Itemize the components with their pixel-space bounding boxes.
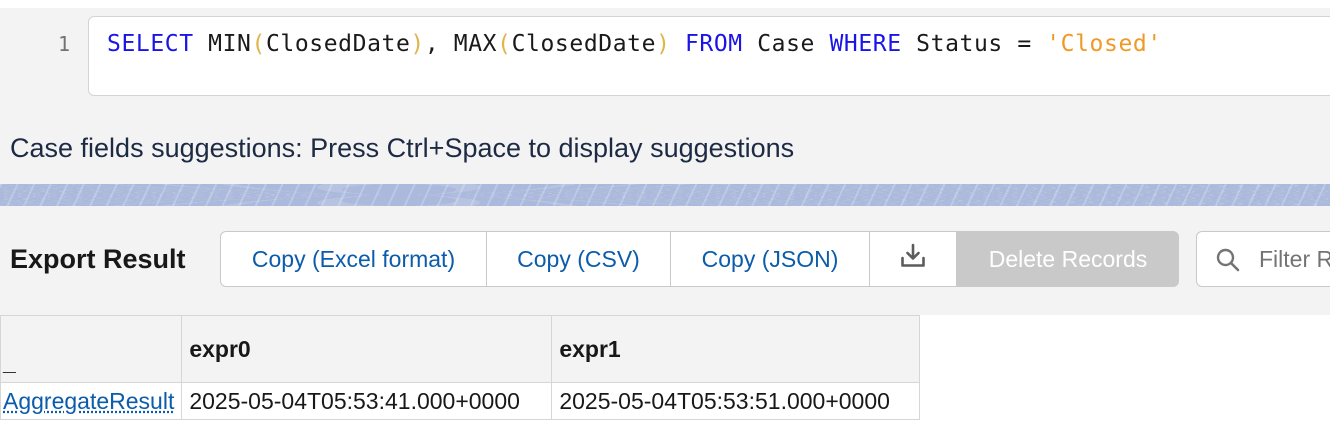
copy-excel-button[interactable]: Copy (Excel format) (220, 231, 487, 287)
function-min: MIN (208, 31, 252, 57)
resize-divider[interactable] (0, 184, 1330, 206)
copy-csv-button[interactable]: Copy (CSV) (487, 231, 671, 287)
filter-results-box[interactable] (1196, 231, 1330, 287)
suggestions-hint: Case fields suggestions: Press Ctrl+Spac… (10, 133, 795, 163)
operator: = (1017, 31, 1032, 57)
paren-close: ) (410, 31, 425, 57)
search-icon (1215, 247, 1241, 273)
query-text[interactable]: SELECT MIN(ClosedDate), MAX(ClosedDate) … (107, 30, 1162, 58)
app-root: 1 SELECT MIN(ClosedDate), MAX(ClosedDate… (0, 0, 1330, 428)
export-button-group: Copy (Excel format) Copy (CSV) Copy (JSO… (220, 231, 1179, 287)
filter-results-input[interactable] (1259, 240, 1330, 278)
download-button[interactable] (870, 231, 957, 287)
field-status: Status (916, 31, 1003, 57)
aggregate-result-link[interactable]: AggregateResult (3, 388, 174, 414)
download-icon (899, 242, 927, 276)
table-cell-type: AggregateResult (0, 382, 183, 420)
column-header-expr1[interactable]: expr1 (551, 315, 921, 383)
column-header-expr0[interactable]: expr0 (181, 315, 553, 383)
function-max: MAX (453, 31, 498, 57)
keyword-select: SELECT (107, 31, 194, 57)
top-strip (0, 0, 1330, 8)
line-number: 1 (57, 32, 70, 56)
paren-open: ( (497, 31, 512, 57)
copy-json-button[interactable]: Copy (JSON) (671, 231, 870, 287)
column-header-type[interactable]: _ (0, 315, 183, 383)
comma: , (424, 31, 454, 57)
table-cell-expr1: 2025-05-04T05:53:51.000+0000 (551, 382, 921, 420)
results-table: _ expr0 expr1 AggregateResult 2025-05-04… (0, 315, 921, 420)
delete-records-button[interactable]: Delete Records (957, 231, 1179, 287)
table-row: AggregateResult 2025-05-04T05:53:41.000+… (0, 382, 921, 420)
paren-close: ) (656, 31, 671, 57)
keyword-from: FROM (684, 31, 743, 57)
paren-open: ( (251, 31, 266, 57)
keyword-where: WHERE (829, 31, 902, 57)
table-cell-expr0: 2025-05-04T05:53:41.000+0000 (181, 382, 553, 420)
object-name: Case (757, 31, 816, 57)
table-header-row: _ expr0 expr1 (0, 315, 921, 383)
string-literal: 'Closed' (1046, 31, 1162, 57)
export-result-label: Export Result (10, 244, 186, 274)
field-closeddate: ClosedDate (511, 31, 657, 57)
query-editor[interactable]: SELECT MIN(ClosedDate), MAX(ClosedDate) … (88, 16, 1330, 96)
field-closeddate: ClosedDate (265, 31, 411, 57)
